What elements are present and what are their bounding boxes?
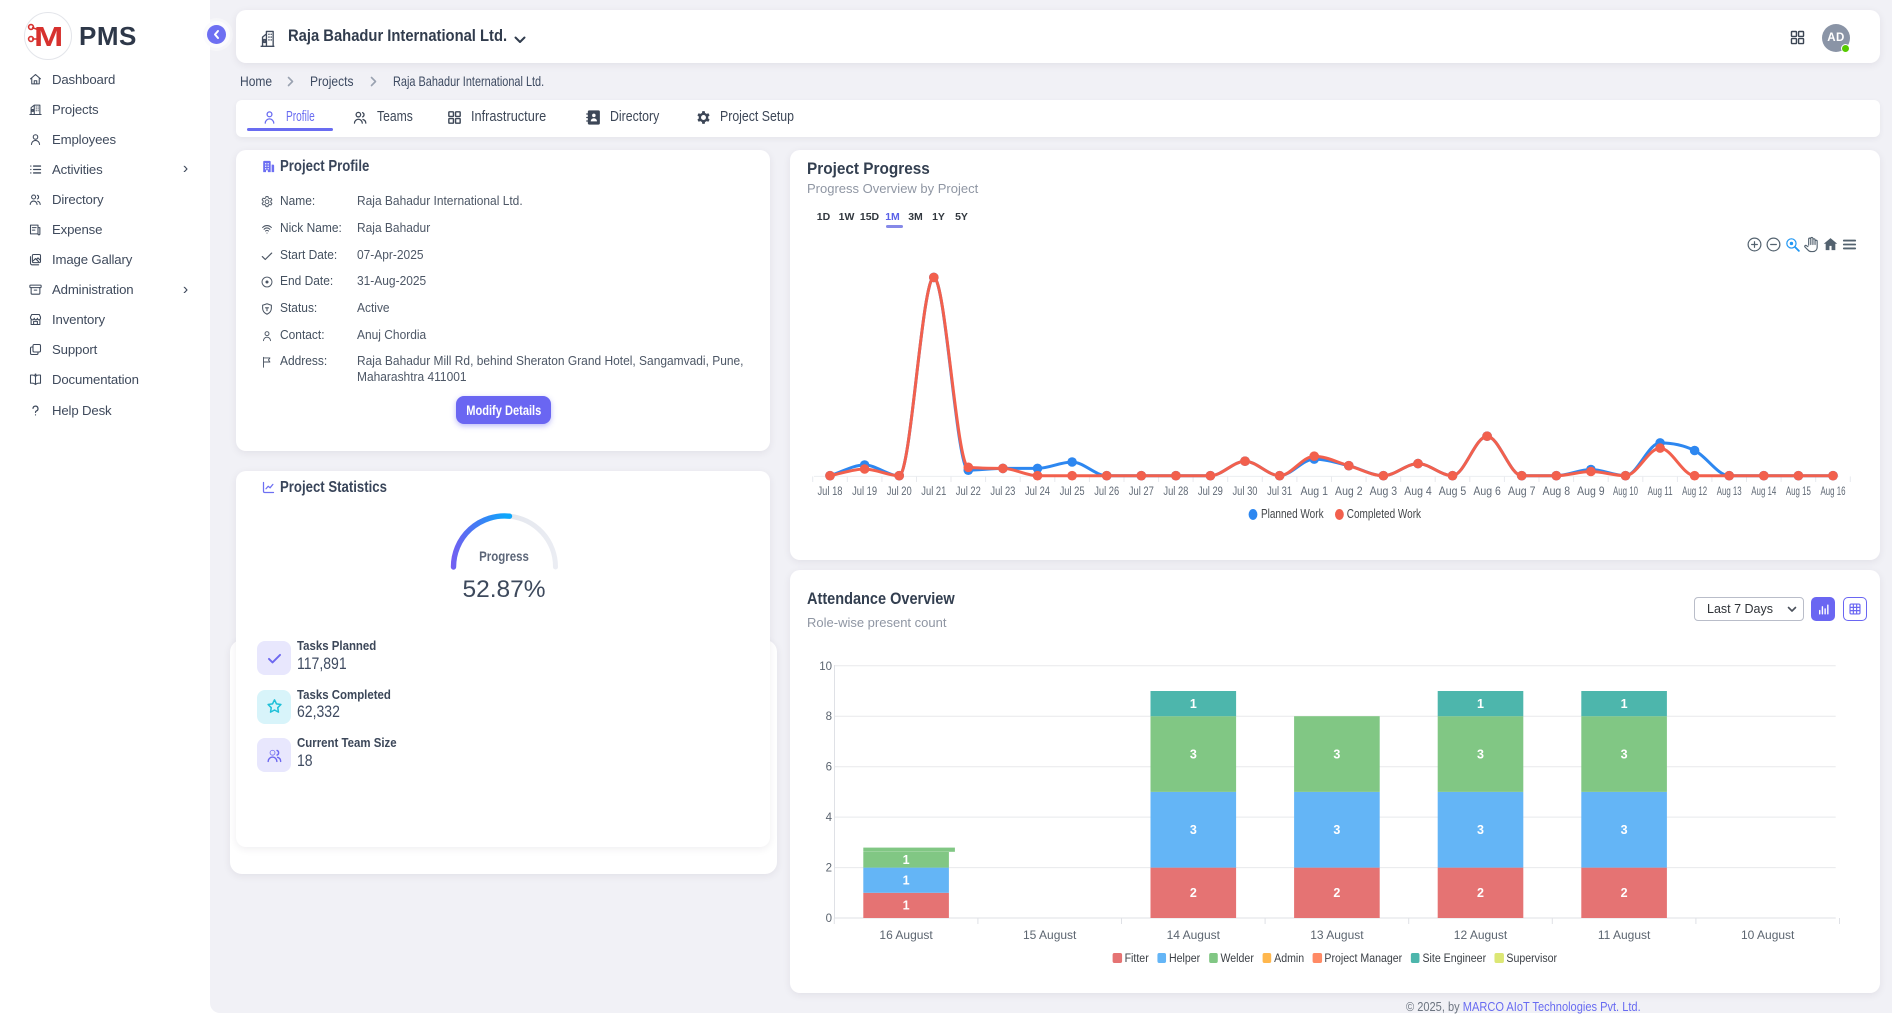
svg-text:3: 3 [1190, 747, 1197, 761]
svg-text:3: 3 [1621, 823, 1628, 837]
svg-text:M: M [34, 21, 63, 52]
svg-text:1: 1 [1190, 697, 1197, 711]
svg-text:Aug 10: Aug 10 [1613, 486, 1638, 498]
svg-text:Aug 2: Aug 2 [1335, 486, 1363, 498]
svg-text:Aug 1: Aug 1 [1300, 486, 1328, 498]
svg-text:3: 3 [1621, 747, 1628, 761]
svg-text:Aug 15: Aug 15 [1786, 486, 1811, 498]
svg-text:2: 2 [1477, 886, 1484, 900]
svg-text:8: 8 [826, 711, 832, 723]
svg-text:Aug 8: Aug 8 [1543, 486, 1571, 498]
svg-text:4: 4 [826, 812, 833, 824]
svg-text:3: 3 [1190, 823, 1197, 837]
svg-text:Jul 20: Jul 20 [887, 486, 912, 498]
svg-text:Jul 30: Jul 30 [1233, 486, 1258, 498]
svg-text:Aug 6: Aug 6 [1473, 486, 1501, 498]
svg-text:0: 0 [826, 913, 832, 925]
svg-text:2: 2 [826, 863, 832, 875]
svg-text:Jul 29: Jul 29 [1198, 486, 1223, 498]
svg-text:10: 10 [819, 661, 832, 673]
svg-text:14 August: 14 August [1167, 928, 1221, 942]
svg-text:1: 1 [1621, 697, 1628, 711]
svg-text:Jul 24: Jul 24 [1025, 486, 1050, 498]
svg-text:2: 2 [1333, 886, 1340, 900]
svg-text:Jul 26: Jul 26 [1094, 486, 1119, 498]
svg-text:Aug 5: Aug 5 [1439, 486, 1467, 498]
svg-text:6: 6 [826, 762, 832, 774]
svg-text:16 August: 16 August [879, 928, 933, 942]
svg-text:Aug 11: Aug 11 [1648, 486, 1673, 498]
svg-text:3: 3 [1333, 747, 1340, 761]
svg-text:1: 1 [903, 874, 910, 888]
svg-text:11 August: 11 August [1598, 928, 1651, 942]
svg-text:2: 2 [1621, 886, 1628, 900]
svg-text:Jul 28: Jul 28 [1163, 486, 1188, 498]
svg-text:2: 2 [1190, 886, 1197, 900]
svg-text:Jul 25: Jul 25 [1060, 486, 1085, 498]
svg-text:12 August: 12 August [1454, 928, 1508, 942]
svg-text:3: 3 [1477, 747, 1484, 761]
svg-text:3: 3 [1333, 823, 1340, 837]
svg-text:10 August: 10 August [1741, 928, 1795, 942]
svg-text:Jul 22: Jul 22 [956, 486, 981, 498]
svg-text:Jul 21: Jul 21 [921, 486, 946, 498]
svg-text:1: 1 [903, 853, 910, 867]
svg-text:Jul 27: Jul 27 [1129, 486, 1154, 498]
svg-text:Jul 31: Jul 31 [1267, 486, 1292, 498]
svg-text:Jul 19: Jul 19 [852, 486, 877, 498]
svg-text:Jul 18: Jul 18 [818, 486, 843, 498]
svg-text:Aug 13: Aug 13 [1717, 486, 1742, 498]
svg-text:Aug 14: Aug 14 [1751, 486, 1776, 498]
svg-text:Aug 4: Aug 4 [1404, 486, 1432, 498]
svg-text:Aug 7: Aug 7 [1508, 486, 1536, 498]
svg-text:13 August: 13 August [1310, 928, 1364, 942]
svg-text:1: 1 [903, 899, 910, 913]
svg-text:Aug 12: Aug 12 [1682, 486, 1707, 498]
svg-text:1: 1 [1477, 697, 1484, 711]
svg-text:15 August: 15 August [1023, 928, 1077, 942]
svg-text:3: 3 [1477, 823, 1484, 837]
svg-text:Jul 23: Jul 23 [990, 486, 1015, 498]
svg-text:Aug 16: Aug 16 [1821, 486, 1846, 498]
svg-text:Aug 9: Aug 9 [1577, 486, 1605, 498]
svg-text:Aug 3: Aug 3 [1370, 486, 1398, 498]
